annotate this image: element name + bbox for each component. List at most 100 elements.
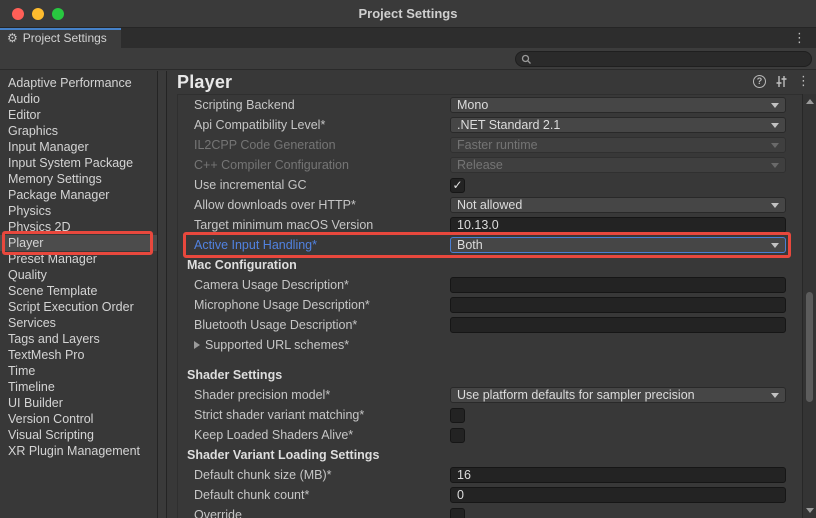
scripting-backend-dropdown[interactable]: Mono [450, 97, 786, 113]
dropdown-value: .NET Standard 2.1 [457, 118, 560, 132]
dropdown-arrow-icon [771, 143, 779, 148]
sidebar-item-xr-plugin-management[interactable]: XR Plugin Management [0, 443, 157, 459]
search-box[interactable] [515, 51, 812, 67]
sidebar-item-graphics[interactable]: Graphics [0, 123, 157, 139]
field-zone [450, 217, 786, 233]
setting-label: Keep Loaded Shaders Alive* [194, 428, 450, 442]
setting-label: Allow downloads over HTTP* [194, 198, 450, 212]
settings-category-list: Adaptive PerformanceAudioEditorGraphicsI… [0, 71, 157, 518]
active-input-handling-dropdown[interactable]: Both [450, 237, 786, 253]
scroll-up-arrow-icon[interactable] [806, 99, 814, 104]
project-settings-window: Project Settings ⚙ Project Settings ⋮ Ad… [0, 0, 816, 518]
sidebar-item-package-manager[interactable]: Package Manager [0, 187, 157, 203]
tab-strip: ⚙ Project Settings ⋮ [0, 28, 816, 48]
page-menu-kebab-icon[interactable]: ⋮ [797, 74, 810, 88]
setting-label: Target minimum macOS Version [194, 218, 450, 232]
sidebar-item-input-manager[interactable]: Input Manager [0, 139, 157, 155]
il2cpp-code-generation-dropdown[interactable]: Faster runtime [450, 137, 786, 153]
use-incremental-gc-checkbox[interactable]: ✓ [450, 178, 465, 193]
dropdown-value: Both [457, 238, 483, 252]
sidebar-item-editor[interactable]: Editor [0, 107, 157, 123]
microphone-usage-description-field[interactable] [450, 297, 786, 313]
settings-row-default-chunk-count: Default chunk count* [178, 485, 802, 505]
dropdown-value: Use platform defaults for sampler precis… [457, 388, 695, 402]
sidebar-item-ui-builder[interactable]: UI Builder [0, 395, 157, 411]
presets-icon[interactable] [775, 75, 788, 88]
field-zone: .NET Standard 2.1 [450, 117, 786, 133]
target-minimum-macos-version-field[interactable] [450, 217, 786, 233]
sidebar-item-adaptive-performance[interactable]: Adaptive Performance [0, 75, 157, 91]
field-zone: ✓ [450, 178, 786, 193]
foldout-arrow-icon[interactable] [194, 341, 200, 349]
dropdown-arrow-icon [771, 203, 779, 208]
sidebar-item-time[interactable]: Time [0, 363, 157, 379]
scroll-down-arrow-icon[interactable] [806, 508, 814, 513]
field-zone [450, 428, 786, 443]
sidebar-item-services[interactable]: Services [0, 315, 157, 331]
sidebar-item-version-control[interactable]: Version Control [0, 411, 157, 427]
section-spacer [178, 355, 802, 365]
sidebar-item-quality[interactable]: Quality [0, 267, 157, 283]
settings-row-supported-url-schemes: Supported URL schemes* [178, 335, 802, 355]
sidebar-item-physics[interactable]: Physics [0, 203, 157, 219]
dropdown-value: Not allowed [457, 198, 522, 212]
setting-label: C++ Compiler Configuration [194, 158, 450, 172]
settings-row-keep-loaded-shaders-alive: Keep Loaded Shaders Alive* [178, 425, 802, 445]
help-icon[interactable]: ? [753, 75, 766, 88]
keep-loaded-shaders-alive-checkbox[interactable] [450, 428, 465, 443]
main-pane: Player ? ⋮ Scripting BackendMonoApi Comp… [167, 71, 816, 518]
sidebar-item-memory-settings[interactable]: Memory Settings [0, 171, 157, 187]
search-icon [521, 54, 532, 65]
sidebar-item-audio[interactable]: Audio [0, 91, 157, 107]
settings-row-use-incremental-gc: Use incremental GC✓ [178, 175, 802, 195]
c-compiler-configuration-dropdown[interactable]: Release [450, 157, 786, 173]
api-compatibility-level-dropdown[interactable]: .NET Standard 2.1 [450, 117, 786, 133]
sidebar-item-textmesh-pro[interactable]: TextMesh Pro [0, 347, 157, 363]
default-chunk-count-field[interactable] [450, 487, 786, 503]
sidebar-item-timeline[interactable]: Timeline [0, 379, 157, 395]
sidebar-item-visual-scripting[interactable]: Visual Scripting [0, 427, 157, 443]
allow-downloads-over-http-dropdown[interactable]: Not allowed [450, 197, 786, 213]
sidebar-item-script-execution-order[interactable]: Script Execution Order [0, 299, 157, 315]
strict-shader-variant-matching-checkbox[interactable] [450, 408, 465, 423]
sidebar-item-preset-manager[interactable]: Preset Manager [0, 251, 157, 267]
setting-label: Camera Usage Description* [194, 278, 450, 292]
sidebar-item-physics-2d[interactable]: Physics 2D [0, 219, 157, 235]
field-zone [450, 508, 786, 518]
sidebar-scrollbar-track[interactable] [157, 71, 167, 518]
field-zone [450, 297, 786, 313]
camera-usage-description-field[interactable] [450, 277, 786, 293]
field-zone: Mono [450, 97, 786, 113]
field-zone: Use platform defaults for sampler precis… [450, 387, 786, 403]
main-header: Player ? ⋮ [167, 71, 816, 94]
gear-icon: ⚙ [7, 32, 18, 44]
sidebar-item-scene-template[interactable]: Scene Template [0, 283, 157, 299]
shader-precision-model-dropdown[interactable]: Use platform defaults for sampler precis… [450, 387, 786, 403]
window-title: Project Settings [0, 0, 816, 28]
setting-label: Bluetooth Usage Description* [194, 318, 450, 332]
override-checkbox[interactable] [450, 508, 465, 518]
setting-label: Default chunk size (MB)* [194, 468, 450, 482]
settings-row-il2cpp-code-generation: IL2CPP Code GenerationFaster runtime [178, 135, 802, 155]
setting-label: IL2CPP Code Generation [194, 138, 450, 152]
bluetooth-usage-description-field[interactable] [450, 317, 786, 333]
search-input[interactable] [532, 53, 792, 65]
sidebar-item-tags-and-layers[interactable]: Tags and Layers [0, 331, 157, 347]
tab-menu-kebab-icon[interactable]: ⋮ [789, 28, 810, 48]
sidebar-item-input-system-package[interactable]: Input System Package [0, 155, 157, 171]
settings-row-scripting-backend: Scripting BackendMono [178, 95, 802, 115]
field-zone: Release [450, 157, 786, 173]
tab-label: Project Settings [23, 31, 107, 45]
settings-row-strict-shader-variant-matching: Strict shader variant matching* [178, 405, 802, 425]
setting-label: Strict shader variant matching* [194, 408, 450, 422]
settings-row-shader-precision-model: Shader precision model*Use platform defa… [178, 385, 802, 405]
sidebar-item-player[interactable]: Player [0, 235, 157, 251]
scrollbar-thumb[interactable] [806, 292, 813, 402]
search-row [0, 48, 816, 70]
tab-project-settings[interactable]: ⚙ Project Settings [0, 28, 121, 48]
settings-row-allow-downloads-over-http: Allow downloads over HTTP* Not allowed [178, 195, 802, 215]
field-zone [450, 467, 786, 483]
default-chunk-size-mb-field[interactable] [450, 467, 786, 483]
field-zone [450, 277, 786, 293]
vertical-scrollbar[interactable] [802, 94, 816, 518]
